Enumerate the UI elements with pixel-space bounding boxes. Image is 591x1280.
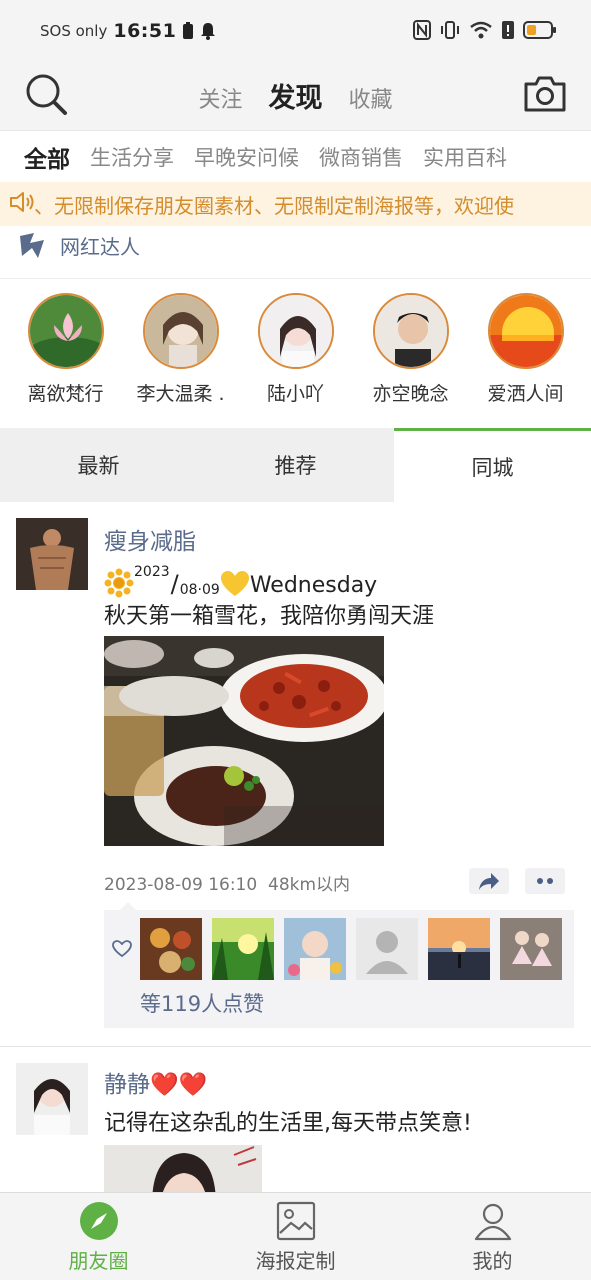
more-dots-icon — [537, 878, 553, 884]
nfc-icon — [413, 20, 431, 40]
more-button[interactable] — [525, 868, 565, 894]
bell-icon — [201, 23, 216, 40]
status-bar: SOS only 16:51 — [0, 0, 591, 62]
influencer-item[interactable]: 陆小吖 — [241, 293, 351, 428]
post-image[interactable] — [104, 1145, 262, 1192]
camera-icon — [524, 76, 566, 112]
influencer-item[interactable]: 爱洒人间 — [471, 293, 581, 428]
post-text: 秋天第一箱雪花，我陪你勇闯天涯 — [104, 604, 435, 629]
post-year: 2023 — [134, 564, 170, 580]
clock: 16:51 — [113, 20, 177, 42]
wifi-icon — [470, 21, 492, 39]
nav-label: 朋友圈 — [68, 1249, 129, 1273]
vibrate-icon — [441, 21, 459, 39]
category-greetings[interactable]: 早晚安问候 — [194, 142, 299, 172]
announcement-text: 、无限制保存朋友圈素材、无限制定制海报等，欢迎使 — [34, 193, 514, 218]
announcement-banner[interactable]: 、无限制保存朋友圈素材、无限制定制海报等，欢迎使 — [0, 182, 591, 226]
tab-recommended[interactable]: 推荐 — [197, 428, 394, 502]
post-text: 记得在这杂乱的生活里,每天带点笑意! — [104, 1111, 472, 1136]
post-date: 08·09 — [179, 582, 220, 598]
avatar — [487, 293, 564, 369]
avatar — [372, 293, 449, 369]
carrier-label: SOS only — [40, 22, 108, 40]
date-slash: / — [170, 570, 179, 598]
liker-avatars — [140, 918, 562, 980]
battery-icon — [523, 21, 556, 39]
influencer-title: 网红达人 — [60, 234, 140, 259]
influencer-list: 离欲梵行 李大温柔 . 陆小吖 亦空晚念 爱洒人间 — [0, 278, 591, 428]
avatar — [257, 293, 334, 369]
influencer-item[interactable]: 离欲梵行 — [11, 293, 121, 428]
post-author[interactable]: 静静❤️❤️ — [104, 1065, 207, 1099]
tab-latest[interactable]: 最新 — [0, 428, 197, 502]
influencer-name: 爱洒人间 — [487, 383, 564, 405]
sun-emoji-icon — [104, 568, 134, 598]
top-nav: 关注 发现 收藏 — [0, 62, 591, 130]
influencer-name: 亦空晚念 — [372, 383, 449, 405]
post-weekday: Wednesday — [249, 573, 378, 598]
liker-avatar[interactable] — [284, 918, 346, 980]
liker-avatar[interactable] — [140, 918, 202, 980]
influencer-item[interactable]: 李大温柔 . — [126, 293, 236, 428]
avatar[interactable] — [16, 518, 88, 590]
tab-favorites[interactable]: 收藏 — [349, 82, 393, 114]
liker-avatar[interactable] — [212, 918, 274, 980]
category-wiki[interactable]: 实用百科 — [423, 142, 507, 172]
category-all[interactable]: 全部 — [24, 140, 70, 174]
liker-avatar[interactable] — [356, 918, 418, 980]
nav-profile[interactable]: 我的 — [394, 1193, 591, 1280]
influencer-name: 李大温柔 . — [136, 383, 225, 405]
likes-panel: 等119人点赞 — [104, 902, 574, 1028]
influencer-header: 网红达人 — [16, 226, 140, 264]
compass-icon — [79, 1202, 118, 1240]
post-date-line: 2023 / 08·09 Wednesday — [104, 564, 377, 598]
like-count[interactable]: 等119人点赞 — [140, 988, 264, 1018]
feed-post: 静静❤️❤️ 记得在这杂乱的生活里,每天带点笑意! — [0, 1047, 591, 1192]
liker-avatar[interactable] — [428, 918, 490, 980]
category-life[interactable]: 生活分享 — [90, 142, 174, 172]
alert-icon — [502, 21, 514, 39]
nav-label: 我的 — [472, 1249, 513, 1273]
avatar — [142, 293, 219, 369]
post-distance: 48km以内 — [268, 875, 351, 895]
user-icon — [474, 1203, 511, 1241]
speaker-icon — [10, 192, 34, 212]
avatar[interactable] — [16, 1063, 88, 1135]
influencer-name: 离欲梵行 — [27, 383, 104, 405]
influencer-icon — [20, 233, 44, 258]
share-button[interactable] — [469, 868, 509, 894]
battery-saver-icon — [183, 22, 194, 39]
heart-icon — [112, 940, 132, 958]
image-icon — [276, 1201, 315, 1241]
post-image[interactable] — [104, 636, 384, 846]
tab-following[interactable]: 关注 — [198, 82, 242, 114]
category-tabs: 全部 生活分享 早晚安问候 微商销售 实用百科 — [0, 130, 591, 182]
liker-avatar[interactable] — [500, 918, 562, 980]
category-sales[interactable]: 微商销售 — [319, 142, 403, 172]
post-author[interactable]: 瘦身减脂 — [104, 522, 196, 556]
influencer-item[interactable]: 亦空晚念 — [356, 293, 466, 428]
share-icon — [479, 873, 499, 890]
nav-poster[interactable]: 海报定制 — [197, 1193, 394, 1280]
feed-post: 瘦身减脂 2023 / 08·09 Wednesday 秋天第一箱雪花，我陪你勇… — [0, 502, 591, 1046]
bottom-nav: 朋友圈 海报定制 我的 — [0, 1192, 591, 1280]
nav-label: 海报定制 — [255, 1249, 336, 1273]
nav-moments[interactable]: 朋友圈 — [0, 1193, 197, 1280]
sort-tabs: 最新 推荐 同城 — [0, 428, 591, 502]
tab-discover[interactable]: 发现 — [269, 76, 323, 115]
avatar — [27, 293, 104, 369]
tab-nearby[interactable]: 同城 — [394, 428, 591, 502]
influencer-name: 陆小吖 — [266, 383, 324, 405]
yellow-heart-icon — [220, 571, 249, 596]
post-timestamp: 2023-08-09 16:10 48km以内 — [104, 875, 351, 895]
camera-button[interactable] — [523, 74, 567, 114]
